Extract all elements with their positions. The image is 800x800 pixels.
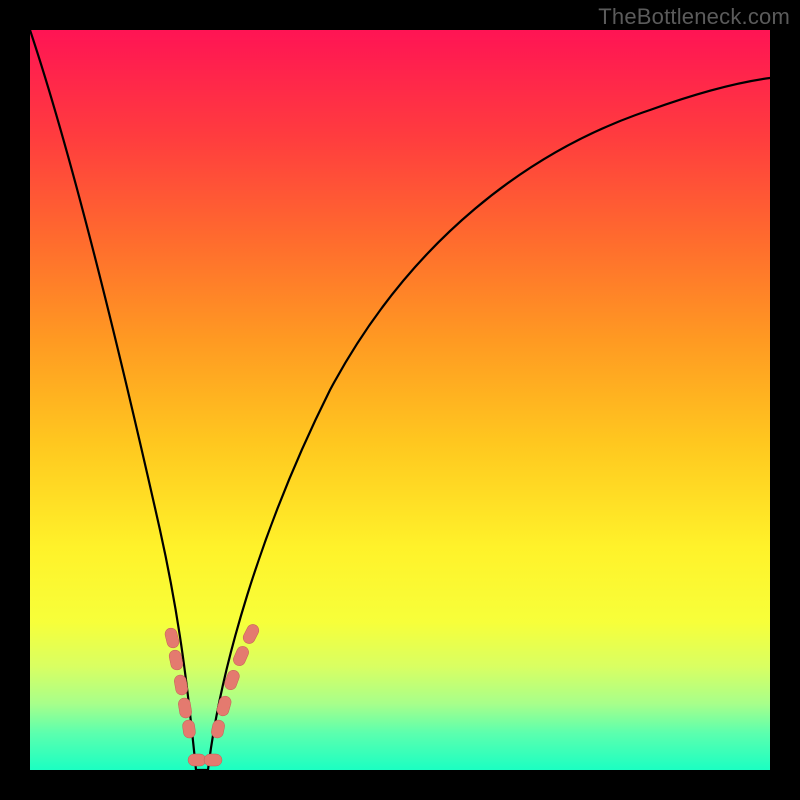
chart-frame: TheBottleneck.com (0, 0, 800, 800)
watermark-text: TheBottleneck.com (598, 4, 790, 30)
curve-layer (30, 30, 770, 770)
bottleneck-curve (30, 30, 770, 770)
plot-area (30, 30, 770, 770)
